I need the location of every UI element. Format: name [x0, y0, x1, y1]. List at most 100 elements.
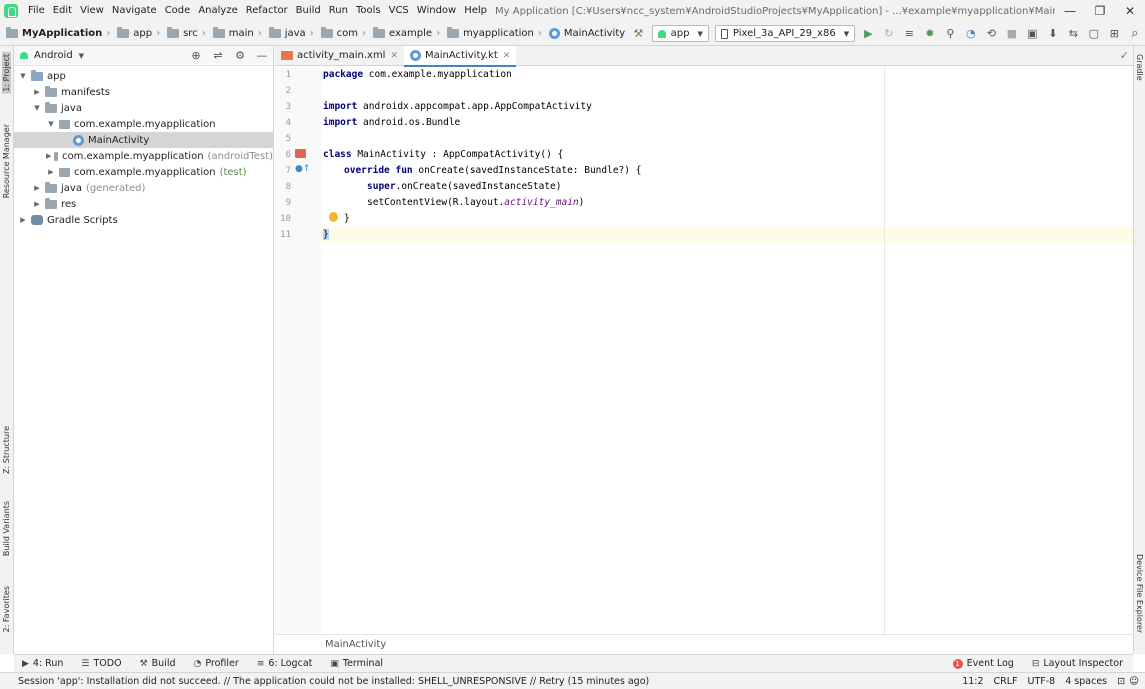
- stop-icon[interactable]: ■: [1005, 26, 1020, 42]
- device-file-explorer-tab[interactable]: Device File Explorer: [1135, 554, 1144, 633]
- breadcrumb-myapplication[interactable]: myapplication ›: [447, 27, 549, 39]
- tree-item-java[interactable]: ▼ java: [14, 100, 273, 116]
- menu-code[interactable]: Code: [161, 0, 195, 22]
- override-gutter-icon[interactable]: ●↑: [295, 164, 310, 174]
- breadcrumb-project[interactable]: MyApplication ›: [6, 27, 117, 39]
- tab-mainactivity-kt[interactable]: MainActivity.kt ✕: [404, 45, 517, 67]
- tree-item-package-androidtest[interactable]: ▶ com.example.myapplication (androidTest): [14, 148, 273, 164]
- breadcrumb-mainactivity-class[interactable]: MainActivity: [325, 639, 386, 650]
- todo-tool-button[interactable]: ☰ TODO: [81, 658, 121, 669]
- folder-icon: [6, 27, 18, 38]
- profile-icon[interactable]: ◔: [964, 26, 979, 42]
- minimize-button[interactable]: —: [1055, 4, 1085, 18]
- project-view-select[interactable]: Android: [34, 50, 73, 61]
- rerun-icon[interactable]: ↻: [882, 26, 897, 42]
- chevron-down-icon[interactable]: ▼: [79, 52, 84, 60]
- sdk-manager-icon[interactable]: ⬇: [1046, 26, 1061, 42]
- menu-edit[interactable]: Edit: [49, 0, 76, 22]
- menu-navigate[interactable]: Navigate: [108, 0, 161, 22]
- menu-file[interactable]: File: [24, 0, 49, 22]
- run-icon: ▶: [22, 658, 29, 669]
- tree-item-package-main[interactable]: ▼ com.example.myapplication: [14, 116, 273, 132]
- file-encoding[interactable]: UTF-8: [1028, 676, 1056, 687]
- line-number: 4: [285, 118, 291, 128]
- tree-item-manifests[interactable]: ▶ manifests: [14, 84, 273, 100]
- status-message[interactable]: Session 'app': Installation did not succ…: [18, 676, 952, 687]
- close-icon[interactable]: ✕: [503, 51, 511, 61]
- code-line: class MainActivity : AppCompatActivity()…: [323, 149, 564, 160]
- caret-position[interactable]: 11:2: [962, 676, 983, 687]
- close-window-button[interactable]: ✕: [1115, 4, 1145, 18]
- run-icon[interactable]: ▶: [861, 26, 876, 42]
- apply-changes-icon[interactable]: ≡: [902, 26, 917, 42]
- inspector-icon[interactable]: ☺: [1129, 676, 1139, 687]
- build-tool-button[interactable]: ⚒ Build: [140, 658, 176, 669]
- breadcrumb-src[interactable]: src ›: [167, 27, 213, 39]
- restore-button[interactable]: ❐: [1085, 4, 1115, 18]
- run-config-select[interactable]: app ▼: [651, 25, 709, 42]
- tree-item-res[interactable]: ▶ res: [14, 196, 273, 212]
- collapse-all-icon[interactable]: ⇌: [210, 48, 226, 64]
- lock-icon[interactable]: ⊡: [1117, 676, 1125, 687]
- tree-item-gradle-scripts[interactable]: ▶ Gradle Scripts: [14, 212, 273, 228]
- gradle-sync-icon[interactable]: ⇆: [1066, 26, 1081, 42]
- tab-activity-main-xml[interactable]: activity_main.xml ✕: [275, 46, 404, 66]
- phone-icon: [720, 28, 728, 39]
- gradle-tab[interactable]: Gradle: [1135, 54, 1144, 81]
- tree-item-app[interactable]: ▼ app: [14, 68, 273, 84]
- tree-item-mainactivity[interactable]: MainActivity: [14, 132, 273, 148]
- device-select[interactable]: Pixel_3a_API_29_x86 ▼: [714, 25, 856, 42]
- event-log-button[interactable]: 1 Event Log: [952, 658, 1014, 669]
- hide-panel-icon[interactable]: —: [254, 48, 270, 64]
- resource-manager-tab[interactable]: Resource Manager: [2, 124, 11, 198]
- layout-inspector-button[interactable]: ⊟ Layout Inspector: [1032, 658, 1123, 669]
- terminal-tool-button[interactable]: ▣ Terminal: [330, 658, 383, 669]
- breadcrumb-mainactivity[interactable]: MainActivity: [548, 28, 628, 39]
- breadcrumb-com[interactable]: com ›: [320, 27, 373, 39]
- attach-debugger-icon[interactable]: ⚲: [943, 26, 958, 42]
- layout-icon[interactable]: ⊞: [1107, 26, 1122, 42]
- editor-breadcrumb: MainActivity: [275, 634, 1133, 654]
- build-variants-tab[interactable]: Build Variants: [2, 501, 11, 556]
- left-tool-strip: 1: Project Resource Manager Z: Structure…: [0, 46, 14, 654]
- locate-icon[interactable]: ⊕: [188, 48, 204, 64]
- menu-refactor[interactable]: Refactor: [242, 0, 292, 22]
- favorites-tab[interactable]: 2: Favorites: [2, 586, 11, 632]
- menu-help[interactable]: Help: [460, 0, 491, 22]
- sync-icon[interactable]: ⟲: [984, 26, 999, 42]
- menu-analyze[interactable]: Analyze: [194, 0, 241, 22]
- tree-item-package-test[interactable]: ▶ com.example.myapplication (test): [14, 164, 273, 180]
- debug-icon[interactable]: ✹: [923, 26, 938, 42]
- structure-tab[interactable]: Z: Structure: [2, 426, 11, 474]
- hammer-icon[interactable]: ⚒: [631, 26, 646, 42]
- breadcrumb-app[interactable]: app ›: [117, 27, 167, 39]
- menu-tools[interactable]: Tools: [352, 0, 385, 22]
- breadcrumb-java[interactable]: java ›: [268, 27, 321, 39]
- menu-run[interactable]: Run: [325, 0, 352, 22]
- indent-setting[interactable]: 4 spaces: [1065, 676, 1107, 687]
- breadcrumb-example[interactable]: example ›: [373, 27, 447, 39]
- device-manager-icon[interactable]: ▢: [1087, 26, 1102, 42]
- menu-view[interactable]: View: [76, 0, 108, 22]
- project-panel-header: Android ▼ ⊕ ⇌ ⚙ —: [14, 46, 273, 66]
- line-separator[interactable]: CRLF: [994, 676, 1018, 687]
- folder-icon: [45, 197, 57, 209]
- breadcrumb-main[interactable]: main ›: [212, 27, 269, 39]
- code-area[interactable]: package com.example.myapplication import…: [321, 67, 1133, 634]
- gear-icon[interactable]: ⚙: [232, 48, 248, 64]
- profiler-tool-button[interactable]: ◔ Profiler: [194, 658, 239, 669]
- menu-window[interactable]: Window: [413, 0, 460, 22]
- run-tool-button[interactable]: ▶ 4: Run: [22, 658, 63, 669]
- project-tool-tab[interactable]: 1: Project: [2, 52, 11, 94]
- folder-icon: [373, 27, 386, 38]
- search-icon[interactable]: ⌕: [1128, 26, 1143, 42]
- inspection-ok-icon[interactable]: ✓: [1120, 49, 1129, 62]
- hammer-icon: ⚒: [139, 658, 148, 669]
- android-run-gutter-icon[interactable]: [295, 149, 306, 158]
- menu-vcs[interactable]: VCS: [385, 0, 413, 22]
- close-icon[interactable]: ✕: [390, 51, 398, 61]
- avd-manager-icon[interactable]: ▣: [1025, 26, 1040, 42]
- tree-item-java-generated[interactable]: ▶ java (generated): [14, 180, 273, 196]
- menu-build[interactable]: Build: [292, 0, 325, 22]
- logcat-tool-button[interactable]: ≡ 6: Logcat: [257, 658, 313, 669]
